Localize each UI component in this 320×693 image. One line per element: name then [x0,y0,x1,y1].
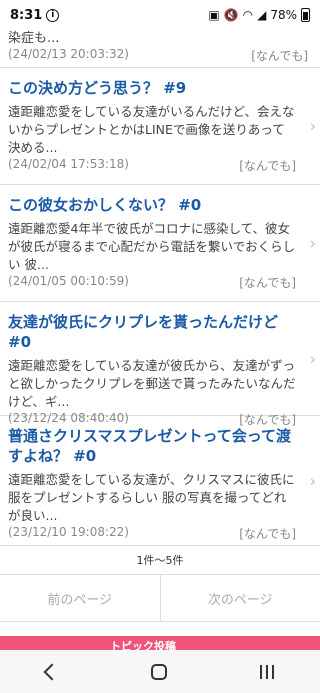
back-icon[interactable] [43,663,61,680]
post-topic-label: トピック投稿 [110,640,176,650]
item-title: この決め方どう思う？ #9 [8,79,187,97]
status-bar: 8:31 i ▣ 🔇 ◠ ◢ 78% [0,0,320,30]
item-date: (23/12/10 19:08:22) [8,525,129,539]
item-date: (24/01/05 00:10:59) [8,274,129,288]
list-item[interactable]: 普通さクリスマスプレゼントって会って渡すよね？ #0 遠距離恋愛をしている友達が… [0,416,320,546]
item-title: この彼女おかしくない？ #0 [8,196,202,214]
item-excerpt: 染症も... [8,31,60,46]
chevron-right-icon: › [309,349,316,368]
list-item[interactable]: 染症も... (24/02/13 20:03:32) [なんでも] [0,30,320,68]
home-icon[interactable] [150,663,167,680]
chevron-right-icon: › [309,116,316,136]
item-meta: (24/02/13 20:03:32) [なんでも] [8,47,308,64]
item-meta: (23/12/10 19:08:22) [なんでも] [8,525,296,542]
item-category: [なんでも] [239,527,296,541]
status-time: 8:31 [10,7,43,23]
item-date: (24/02/13 20:03:32) [8,47,129,61]
item-meta: (24/01/05 00:10:59) [なんでも] [8,274,296,291]
list-item[interactable]: 友達が彼氏にクリプレを貰ったんだけど #0 遠距離恋愛をしている友達が彼氏から、… [0,302,320,427]
prev-page-button[interactable]: 前のページ [0,575,160,621]
pagination: 前のページ 次のページ [0,574,320,622]
item-excerpt: 遠距離恋愛をしている友達が、クリスマスに彼氏に服をプレゼントするらしい 服の写真… [8,472,295,523]
notification-icon: ▣ [208,8,220,22]
signal-icon: ◢ [257,8,267,22]
item-date: (24/02/04 17:53:18) [8,157,129,171]
info-icon: i [46,8,60,22]
list-item[interactable]: この決め方どう思う？ #9 遠距離恋愛をしている友達がいるんだけど、会えないから… [0,68,320,185]
recent-apps-icon[interactable] [259,664,274,679]
item-excerpt: 遠距離恋愛をしている友達がいるんだけど、会えないからプレゼントとかはLINEで画… [8,104,295,155]
list-item[interactable]: この彼女おかしくない？ #0 遠距離恋愛4年半で彼氏がコロナに感染して、彼女が彼… [0,185,320,302]
item-category: [なんでも] [239,159,296,173]
item-title: 友達が彼氏にクリプレを貰ったんだけど #0 [8,313,279,351]
item-meta: (24/02/04 17:53:18) [なんでも] [8,157,296,174]
item-category: [なんでも] [239,276,296,290]
battery-percent: 78% [270,8,297,22]
item-category: [なんでも] [251,49,308,63]
item-title: 普通さクリスマスプレゼントって会って渡すよね？ #0 [8,427,292,465]
chevron-right-icon: › [309,233,316,253]
topic-list: 染症も... (24/02/13 20:03:32) [なんでも] この決め方ど… [0,30,320,546]
chevron-right-icon: › [309,471,316,490]
next-page-button[interactable]: 次のページ [159,575,320,621]
system-nav-bar [0,650,320,693]
battery-icon [301,8,310,22]
mute-icon: 🔇 [223,8,239,22]
status-right: ▣ 🔇 ◠ ◢ 78% [208,8,310,22]
item-excerpt: 遠距離恋愛4年半で彼氏がコロナに感染して、彼女が彼氏が寝るまで心配だから電話を繋… [8,221,296,272]
post-topic-banner[interactable]: トピック投稿 [0,636,320,650]
wifi-icon: ◠ [242,8,254,22]
result-count: 1件〜5件 [136,554,184,567]
item-excerpt: 遠距離恋愛をしている友達が彼氏から、友達がずっと欲しかったクリプレを郵送で貰った… [8,358,296,409]
